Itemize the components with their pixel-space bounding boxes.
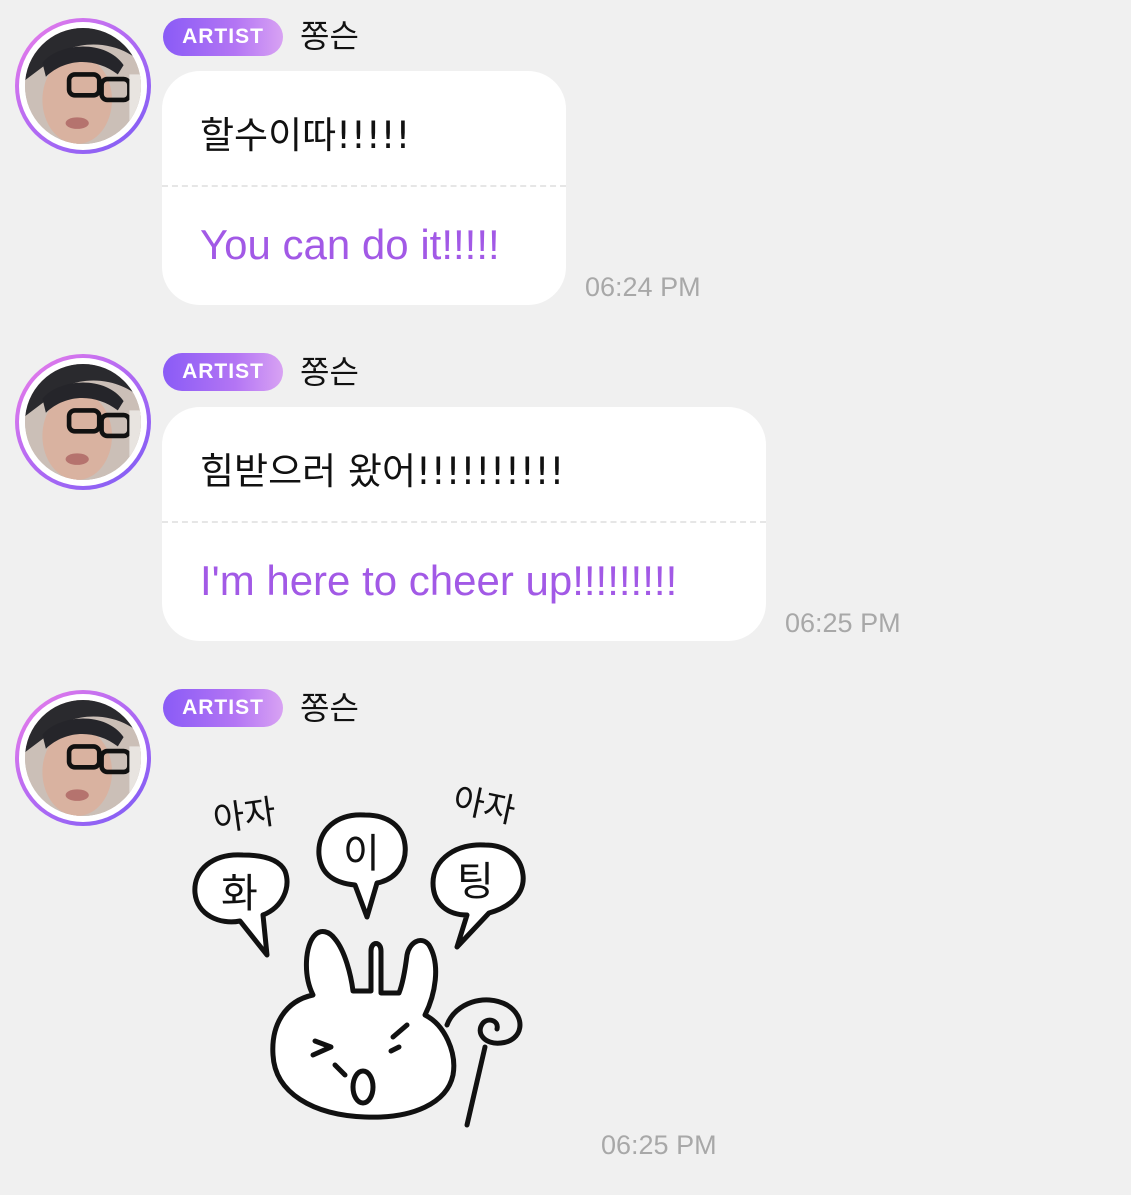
sender-name[interactable]: 쫑슨 <box>300 16 359 56</box>
artist-badge: ARTIST <box>163 353 283 391</box>
artist-avatar[interactable] <box>15 18 151 154</box>
artist-badge: ARTIST <box>163 18 283 56</box>
message-timestamp: 06:24 PM <box>585 272 701 302</box>
artist-badge: ARTIST <box>163 689 283 727</box>
avatar-photo <box>25 364 141 480</box>
sender-name[interactable]: 쫑슨 <box>300 688 359 728</box>
sender-name[interactable]: 쫑슨 <box>300 352 359 392</box>
sticker-text: 이 <box>343 831 380 877</box>
sticker-text: 팅 <box>457 859 494 905</box>
artist-avatar[interactable] <box>15 690 151 826</box>
translation-divider <box>162 185 566 187</box>
sticker-text: 화 <box>221 871 258 917</box>
message-bubble[interactable]: 할수이따!!!!! You can do it!!!!! <box>162 71 566 305</box>
sticker-text: 아자 <box>449 780 519 832</box>
bunny-fighting-sticker[interactable]: 아자 화 이 팅 아자 <box>185 775 545 1135</box>
avatar-photo <box>25 700 141 816</box>
original-text: 힘받으러 왔어!!!!!!!!!! <box>200 450 565 493</box>
original-text: 할수이따!!!!! <box>200 114 411 157</box>
sticker-text: 아자 <box>211 792 279 840</box>
sticker-graphic: 아자 화 이 팅 아자 <box>192 780 526 1128</box>
translation-text: You can do it!!!!! <box>200 221 500 268</box>
translation-divider <box>162 521 766 523</box>
message-timestamp: 06:25 PM <box>785 608 901 638</box>
message-bubble[interactable]: 힘받으러 왔어!!!!!!!!!! I'm here to cheer up!!… <box>162 407 766 641</box>
translation-text: I'm here to cheer up!!!!!!!!! <box>200 557 678 604</box>
artist-avatar[interactable] <box>15 354 151 490</box>
avatar-photo <box>25 28 141 144</box>
message-timestamp: 06:25 PM <box>601 1130 717 1160</box>
